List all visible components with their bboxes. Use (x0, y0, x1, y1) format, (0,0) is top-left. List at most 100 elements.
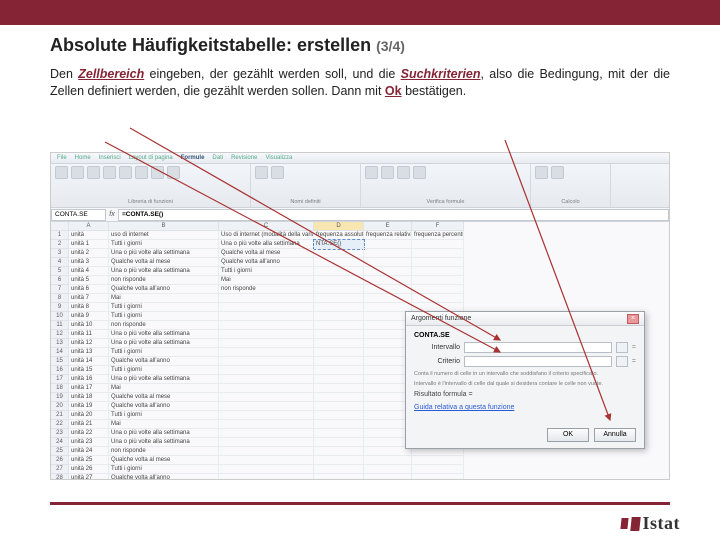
row-header[interactable]: 2 (51, 240, 69, 249)
cell[interactable] (364, 465, 412, 474)
cell[interactable]: Qualche volta all'anno (109, 357, 219, 366)
cell[interactable] (219, 321, 314, 330)
row-header[interactable]: 15 (51, 357, 69, 366)
column-header[interactable]: E (364, 222, 412, 231)
cell[interactable] (314, 285, 364, 294)
cell[interactable]: Una o più volte alla settimana (109, 375, 219, 384)
cell[interactable] (412, 267, 464, 276)
cell[interactable] (412, 474, 464, 480)
close-icon[interactable]: × (627, 314, 639, 324)
cell[interactable] (364, 249, 412, 258)
cell[interactable]: Qualche volta al mese (109, 456, 219, 465)
formula-input[interactable]: =CONTA.SE() (118, 209, 669, 221)
cell[interactable]: Tutti i giorni (109, 348, 219, 357)
row-header[interactable]: 17 (51, 375, 69, 384)
cell[interactable]: unità 24 (69, 447, 109, 456)
cell[interactable]: unità 19 (69, 402, 109, 411)
cell[interactable] (412, 294, 464, 303)
cell[interactable]: Mai (109, 420, 219, 429)
cell[interactable]: Tutti i giorni (109, 240, 219, 249)
row-header[interactable]: 4 (51, 258, 69, 267)
audit-icon[interactable] (397, 166, 410, 179)
tab-review[interactable]: Revisione (231, 155, 257, 161)
cell[interactable] (412, 465, 464, 474)
cell[interactable]: Una o più volte alla settimana (109, 339, 219, 348)
cell[interactable] (219, 375, 314, 384)
cancel-button[interactable]: Annulla (594, 428, 636, 442)
cell[interactable] (364, 240, 412, 249)
cell[interactable]: Una o più volte alla settimana (109, 267, 219, 276)
tab-home[interactable]: Home (75, 155, 91, 161)
cell[interactable]: non risponde (219, 285, 314, 294)
cell[interactable] (364, 258, 412, 267)
fn-icon[interactable] (87, 166, 100, 179)
help-link[interactable]: Guida relativa a questa funzione (414, 404, 514, 411)
cell[interactable] (314, 258, 364, 267)
cell[interactable] (412, 285, 464, 294)
cell[interactable] (314, 330, 364, 339)
cell[interactable] (314, 321, 364, 330)
row-header[interactable]: 16 (51, 366, 69, 375)
cell[interactable] (314, 402, 364, 411)
tab-insert[interactable]: Inserisci (99, 155, 121, 161)
cell[interactable]: unità 5 (69, 276, 109, 285)
cell[interactable]: unità 7 (69, 294, 109, 303)
cell[interactable] (219, 348, 314, 357)
cell[interactable]: Uso di internet (modalità della variabil… (219, 231, 314, 240)
cell[interactable] (364, 276, 412, 285)
cell[interactable]: unità 17 (69, 384, 109, 393)
tab-file[interactable]: File (57, 155, 67, 161)
cell[interactable]: unità 4 (69, 267, 109, 276)
calc-icon[interactable] (535, 166, 548, 179)
cell[interactable] (314, 429, 364, 438)
cell[interactable] (314, 375, 364, 384)
cell[interactable]: non risponde (109, 447, 219, 456)
row-header[interactable]: 7 (51, 285, 69, 294)
cell[interactable] (314, 411, 364, 420)
cell[interactable]: non risponde (109, 321, 219, 330)
cell[interactable] (219, 456, 314, 465)
cell[interactable] (219, 465, 314, 474)
audit-icon[interactable] (413, 166, 426, 179)
cell[interactable]: unità 8 (69, 303, 109, 312)
cell[interactable]: unità 1 (69, 240, 109, 249)
cell[interactable]: Qualche volta all'anno (109, 474, 219, 480)
cell[interactable] (412, 456, 464, 465)
cell[interactable] (412, 276, 464, 285)
cell[interactable] (219, 366, 314, 375)
cell[interactable]: unità 3 (69, 258, 109, 267)
row-header[interactable]: 27 (51, 465, 69, 474)
fn-icon[interactable] (151, 166, 164, 179)
cell[interactable] (219, 357, 314, 366)
cell[interactable]: Tutti i giorni (109, 366, 219, 375)
cell[interactable]: uso di internet (109, 231, 219, 240)
cell[interactable]: unità 14 (69, 357, 109, 366)
cell[interactable]: Mai (109, 384, 219, 393)
cell[interactable]: Tutti i giorni (109, 465, 219, 474)
cell[interactable]: Tutti i giorni (219, 267, 314, 276)
cell[interactable] (314, 447, 364, 456)
cell[interactable] (314, 456, 364, 465)
cell[interactable] (364, 285, 412, 294)
row-header[interactable]: 20 (51, 402, 69, 411)
cell[interactable] (314, 267, 364, 276)
row-header[interactable]: 12 (51, 330, 69, 339)
cell[interactable]: Una o più volte alla settimana (109, 330, 219, 339)
tab-formulas[interactable]: Formule (181, 155, 205, 161)
fn-icon[interactable] (71, 166, 84, 179)
cell[interactable]: unità 10 (69, 321, 109, 330)
fn-icon[interactable] (55, 166, 68, 179)
cell[interactable] (219, 393, 314, 402)
cell[interactable]: unità 27 (69, 474, 109, 480)
range-picker-icon[interactable] (616, 356, 628, 367)
cell[interactable]: unità 11 (69, 330, 109, 339)
tab-layout[interactable]: Layout di pagina (129, 155, 173, 161)
cell[interactable] (219, 339, 314, 348)
name-icon[interactable] (271, 166, 284, 179)
cell[interactable]: unità 23 (69, 438, 109, 447)
cell[interactable] (219, 303, 314, 312)
row-header[interactable]: 5 (51, 267, 69, 276)
cell[interactable]: unità (69, 231, 109, 240)
audit-icon[interactable] (381, 166, 394, 179)
row-header[interactable]: 8 (51, 294, 69, 303)
